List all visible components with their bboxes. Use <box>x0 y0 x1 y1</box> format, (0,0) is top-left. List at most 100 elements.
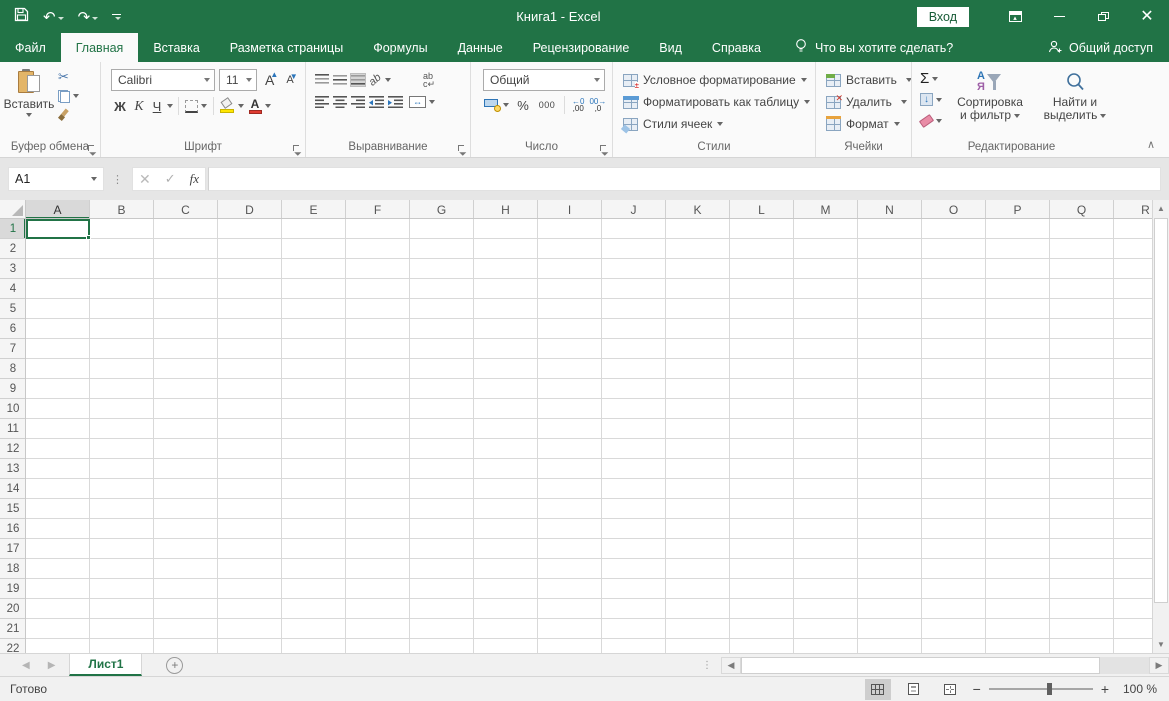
row-header-6[interactable]: 6 <box>0 319 26 339</box>
undo-button[interactable]: ↶ <box>43 8 64 26</box>
row-header-9[interactable]: 9 <box>0 379 26 399</box>
new-sheet-button[interactable]: + <box>166 657 183 674</box>
name-box-caret-icon[interactable] <box>91 177 97 181</box>
selected-cell-a1[interactable] <box>26 219 90 239</box>
decrease-indent-button[interactable] <box>368 95 385 109</box>
tab-view[interactable]: Вид <box>644 33 697 62</box>
formula-bar-splitter[interactable]: ⋮ <box>112 173 124 186</box>
percent-style-button[interactable]: % <box>513 97 533 114</box>
accounting-format-button[interactable] <box>483 98 510 113</box>
column-header-c[interactable]: C <box>154 200 218 219</box>
find-select-button[interactable]: Найти и выделить <box>1038 69 1112 140</box>
row-header-7[interactable]: 7 <box>0 339 26 359</box>
format-cells-button[interactable]: Формат <box>826 115 912 133</box>
row-header-17[interactable]: 17 <box>0 539 26 559</box>
column-header-q[interactable]: Q <box>1050 200 1114 219</box>
row-header-19[interactable]: 19 <box>0 579 26 599</box>
cancel-entry-icon[interactable]: ✕ <box>139 171 151 188</box>
autosum-button[interactable]: Σ <box>920 70 942 87</box>
column-header-l[interactable]: L <box>730 200 794 219</box>
paste-button[interactable]: Вставить <box>2 65 56 140</box>
row-header-4[interactable]: 4 <box>0 279 26 299</box>
merge-center-button[interactable] <box>408 95 436 109</box>
row-header-15[interactable]: 15 <box>0 499 26 519</box>
horizontal-scrollbar[interactable]: ◀ ▶ <box>721 654 1169 676</box>
vertical-scroll-thumb[interactable] <box>1154 218 1168 603</box>
row-header-11[interactable]: 11 <box>0 419 26 439</box>
sheet-tab-list1[interactable]: Лист1 <box>69 654 142 676</box>
column-header-e[interactable]: E <box>282 200 346 219</box>
next-sheet-icon[interactable]: ▶ <box>48 660 56 671</box>
align-middle-button[interactable] <box>332 73 348 87</box>
fill-color-button[interactable] <box>219 98 245 114</box>
row-header-10[interactable]: 10 <box>0 399 26 419</box>
tab-insert[interactable]: Вставка <box>138 33 214 62</box>
column-header-g[interactable]: G <box>410 200 474 219</box>
zoom-percentage[interactable]: 100 % <box>1119 682 1157 696</box>
customize-qat-button[interactable] <box>112 14 121 20</box>
orientation-button[interactable]: ab <box>368 73 392 87</box>
font-size-combo[interactable]: 11 <box>219 69 257 91</box>
align-right-button[interactable] <box>350 95 366 109</box>
sign-in-button[interactable]: Вход <box>917 7 969 27</box>
format-painter-button[interactable] <box>58 107 70 123</box>
fill-handle[interactable] <box>86 235 91 240</box>
delete-cells-button[interactable]: Удалить <box>826 93 912 111</box>
row-header-13[interactable]: 13 <box>0 459 26 479</box>
scroll-up-icon[interactable]: ▲ <box>1153 200 1169 217</box>
sort-filter-button[interactable]: АЯ Сортировка и фильтр <box>950 69 1030 140</box>
redo-caret-icon[interactable] <box>92 17 98 20</box>
row-header-5[interactable]: 5 <box>0 299 26 319</box>
row-header-8[interactable]: 8 <box>0 359 26 379</box>
row-header-22[interactable]: 22 <box>0 639 26 653</box>
tab-review[interactable]: Рецензирование <box>518 33 645 62</box>
column-header-k[interactable]: K <box>666 200 730 219</box>
insert-function-icon[interactable]: fx <box>190 171 199 187</box>
tab-formulas[interactable]: Формулы <box>358 33 442 62</box>
row-header-3[interactable]: 3 <box>0 259 26 279</box>
ribbon-display-options-button[interactable] <box>993 0 1037 33</box>
italic-button[interactable]: К <box>131 96 147 116</box>
column-header-f[interactable]: F <box>346 200 410 219</box>
normal-view-button[interactable] <box>865 679 891 700</box>
scroll-left-icon[interactable]: ◀ <box>721 657 741 674</box>
zoom-slider[interactable] <box>989 688 1093 690</box>
increase-decimal-button[interactable]: ←0,00 <box>571 97 585 113</box>
format-as-table-button[interactable]: Форматировать как таблицу <box>623 93 810 111</box>
underline-button[interactable]: Ч <box>149 96 165 116</box>
select-all-corner[interactable] <box>0 200 26 219</box>
column-header-j[interactable]: J <box>602 200 666 219</box>
row-header-16[interactable]: 16 <box>0 519 26 539</box>
cells-area[interactable] <box>26 219 1152 653</box>
column-header-b[interactable]: B <box>90 200 154 219</box>
column-header-p[interactable]: P <box>986 200 1050 219</box>
redo-button[interactable]: ↷ <box>78 8 99 26</box>
column-header-o[interactable]: O <box>922 200 986 219</box>
zoom-slider-thumb[interactable] <box>1047 683 1052 695</box>
align-top-button[interactable] <box>314 73 330 87</box>
prev-sheet-icon[interactable]: ◀ <box>22 660 30 671</box>
confirm-entry-icon[interactable]: ✓ <box>165 171 176 187</box>
cell-styles-button[interactable]: Стили ячеек <box>623 115 810 133</box>
tab-file[interactable]: Файл <box>0 33 61 62</box>
number-format-combo[interactable]: Общий <box>483 69 605 91</box>
tab-home[interactable]: Главная <box>61 33 139 62</box>
align-center-button[interactable] <box>332 95 348 109</box>
borders-button[interactable] <box>184 99 208 114</box>
name-box[interactable]: A1 <box>8 167 104 191</box>
decrease-font-size-button[interactable]: А▼ <box>282 73 297 87</box>
column-header-a[interactable]: A <box>26 200 90 219</box>
font-name-combo[interactable]: Calibri <box>111 69 215 91</box>
tab-help[interactable]: Справка <box>697 33 776 62</box>
font-dialog-launcher[interactable] <box>292 144 302 154</box>
zoom-out-icon[interactable]: − <box>973 684 981 694</box>
copy-button[interactable] <box>58 88 79 104</box>
minimize-button[interactable] <box>1037 0 1081 33</box>
row-header-18[interactable]: 18 <box>0 559 26 579</box>
row-header-14[interactable]: 14 <box>0 479 26 499</box>
column-header-m[interactable]: M <box>794 200 858 219</box>
bold-button[interactable]: Ж <box>111 96 129 116</box>
undo-caret-icon[interactable] <box>58 17 64 20</box>
horizontal-scroll-thumb[interactable] <box>741 657 1100 674</box>
row-header-1[interactable]: 1 <box>0 219 26 239</box>
